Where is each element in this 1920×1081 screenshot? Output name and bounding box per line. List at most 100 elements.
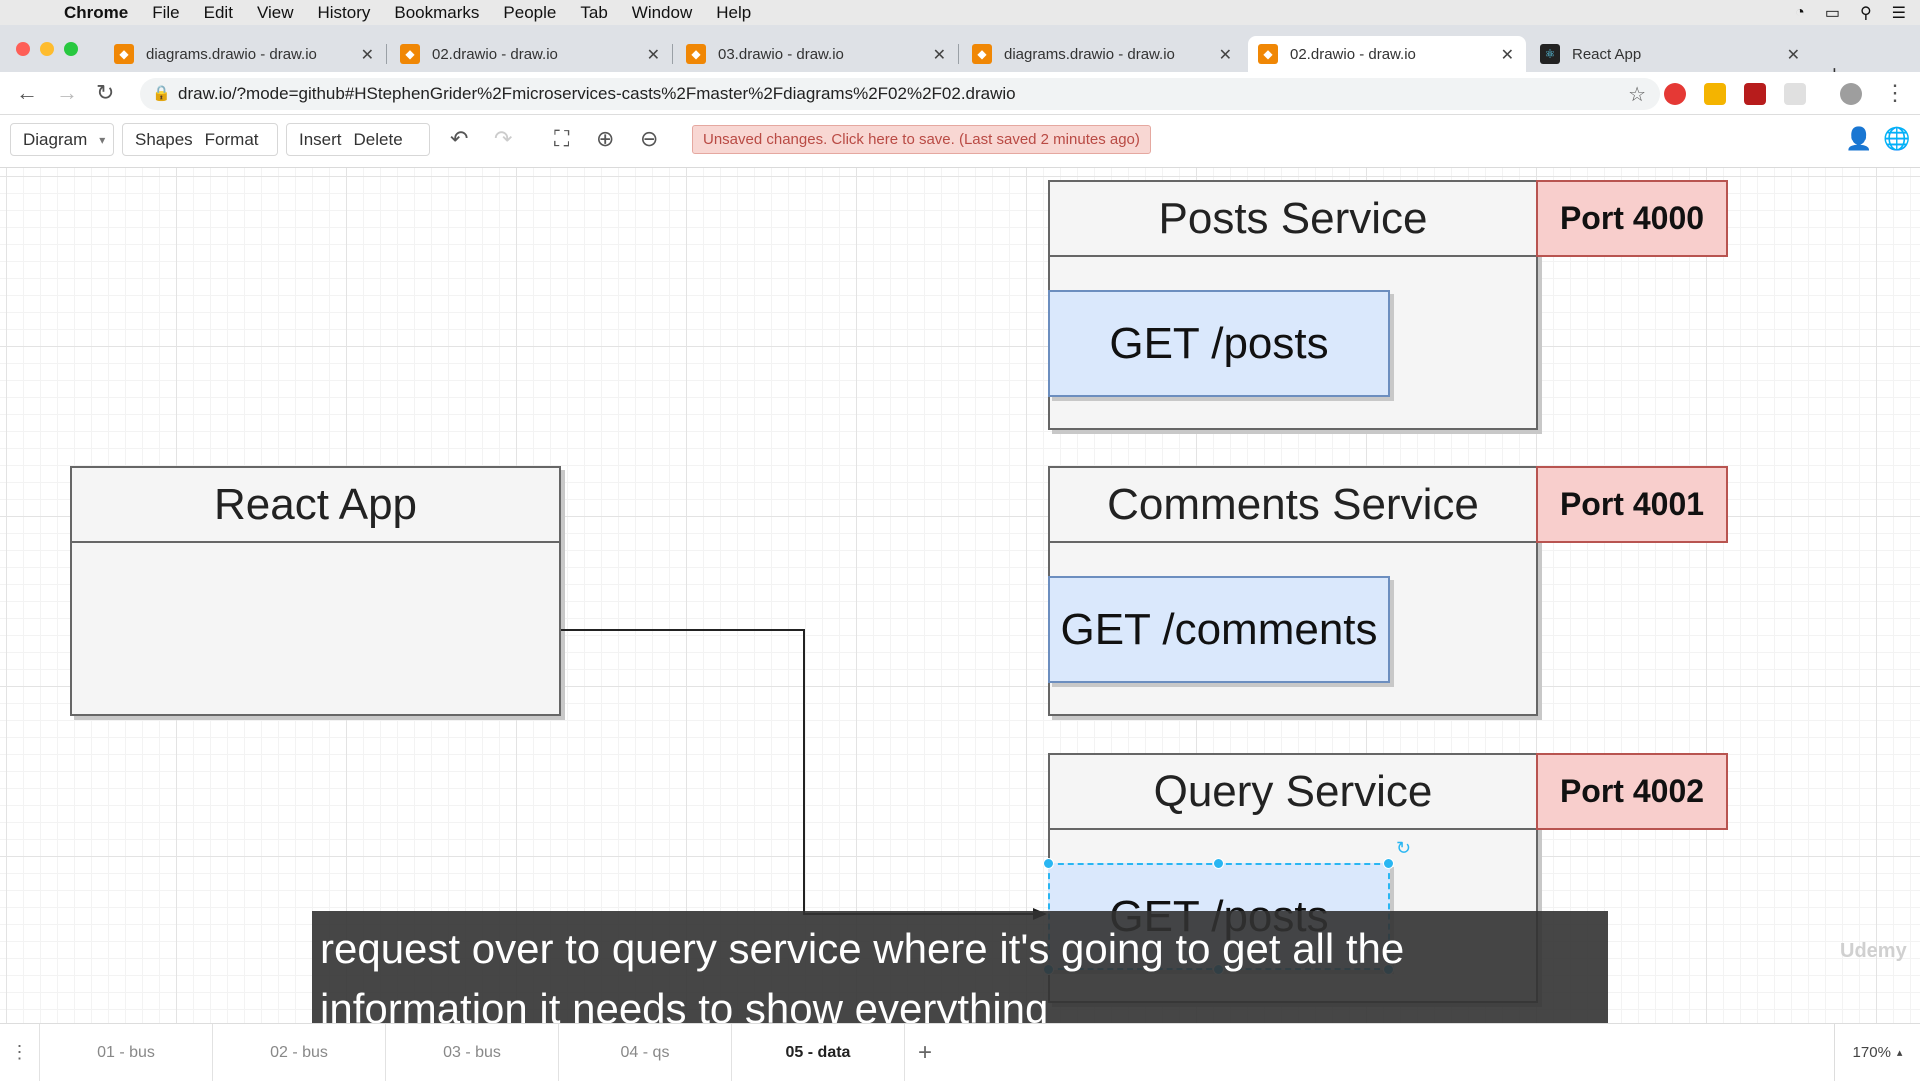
minimize-window-button[interactable] (40, 42, 54, 56)
page-tab[interactable]: 04 - qs (559, 1024, 732, 1081)
control-center-icon[interactable]: ☰ (1892, 3, 1906, 23)
browser-tab[interactable]: ⚛ React App ✕ (1530, 36, 1812, 72)
search-icon[interactable]: ⚲ (1860, 3, 1872, 23)
wifi-icon[interactable]: ◔ (1795, 4, 1805, 22)
diagram-canvas[interactable]: React App Posts Service Port 4000 GET /p… (0, 168, 1920, 1023)
close-window-button[interactable] (16, 42, 30, 56)
page-tab[interactable]: 02 - bus (213, 1024, 386, 1081)
chevron-up-icon: ▴ (1896, 1047, 1903, 1059)
add-page-button[interactable]: + (905, 1024, 945, 1081)
browser-tab-active[interactable]: ◆ 02.drawio - draw.io ✕ (1248, 36, 1526, 72)
chrome-menu-icon[interactable]: ⋮ (1884, 80, 1906, 106)
close-tab-icon[interactable]: ✕ (361, 45, 374, 65)
url-field[interactable]: 🔒 draw.io/?mode=github#HStephenGrider%2F… (140, 78, 1660, 110)
browser-tab[interactable]: ◆ 02.drawio - draw.io ✕ (390, 36, 672, 72)
connector-arrow[interactable] (561, 629, 1035, 915)
maximize-window-button[interactable] (64, 42, 78, 56)
menu-app-chrome[interactable]: Chrome (64, 3, 128, 23)
user-icon[interactable]: 👤 (1845, 126, 1872, 152)
udemy-watermark: Udemy (1840, 940, 1907, 962)
page-tab[interactable]: 03 - bus (386, 1024, 559, 1081)
zoom-level[interactable]: 170% ▴ (1834, 1024, 1920, 1081)
insert-button[interactable]: Insert (287, 130, 354, 150)
macos-menubar: Chrome File Edit View History Bookmarks … (0, 0, 1920, 25)
bookmark-star-icon[interactable]: ☆ (1628, 82, 1646, 107)
status-icons: ◔ ▭ ⚲ ☰ (1795, 0, 1906, 25)
chevron-down-icon: ▾ (99, 132, 106, 147)
tab-title: 02.drawio - draw.io (1290, 45, 1416, 63)
posts-service-title: Posts Service (1050, 182, 1536, 257)
close-tab-icon[interactable]: ✕ (933, 45, 946, 65)
extension-icon[interactable] (1744, 83, 1766, 105)
resize-handle[interactable] (1213, 858, 1224, 869)
query-port-label[interactable]: Port 4002 (1536, 753, 1728, 830)
reload-button[interactable]: ↻ (96, 80, 114, 106)
delete-button[interactable]: Delete (354, 130, 415, 150)
menu-edit[interactable]: Edit (204, 3, 233, 23)
resize-handle[interactable] (1383, 858, 1394, 869)
close-tab-icon[interactable]: ✕ (1501, 45, 1514, 65)
fullscreen-icon[interactable]: ⛶ (554, 126, 569, 152)
page-tab-active[interactable]: 05 - data (732, 1024, 905, 1081)
drawio-icon: ◆ (400, 44, 420, 64)
menu-history[interactable]: History (317, 3, 370, 23)
forward-button[interactable]: → (56, 80, 78, 106)
browser-tab[interactable]: ◆ diagrams.drawio - draw.io ✕ (962, 36, 1244, 72)
menu-view[interactable]: View (257, 3, 294, 23)
tab-title: diagrams.drawio - draw.io (1004, 45, 1175, 63)
format-button[interactable]: Format (205, 130, 271, 150)
close-tab-icon[interactable]: ✕ (1787, 45, 1800, 65)
tab-title: diagrams.drawio - draw.io (146, 45, 317, 63)
pages-menu-icon[interactable]: ⋮ (0, 1024, 40, 1081)
comments-route-box[interactable]: GET /comments (1048, 576, 1390, 683)
tab-strip: ◆ diagrams.drawio - draw.io ✕ ◆ 02.drawi… (0, 25, 1920, 86)
browser-tab[interactable]: ◆ 03.drawio - draw.io ✕ (676, 36, 958, 72)
menu-bookmarks[interactable]: Bookmarks (394, 3, 479, 23)
page-tabs-bar: ⋮ 01 - bus 02 - bus 03 - bus 04 - qs 05 … (0, 1023, 1920, 1081)
menu-help[interactable]: Help (716, 3, 751, 23)
menu-people[interactable]: People (503, 3, 556, 23)
extension-icon[interactable] (1704, 83, 1726, 105)
back-button[interactable]: ← (16, 80, 38, 106)
battery-icon[interactable]: ▭ (1825, 3, 1840, 23)
menu-tab[interactable]: Tab (580, 3, 607, 23)
zoom-out-icon[interactable]: ⊖ (640, 126, 658, 152)
insert-delete-group: Insert Delete (286, 123, 430, 156)
diagram-menu[interactable]: Diagram ▾ (10, 123, 114, 156)
drawio-icon: ◆ (1258, 44, 1278, 64)
zoom-in-icon[interactable]: ⊕ (596, 126, 614, 152)
shapes-button[interactable]: Shapes (123, 130, 205, 150)
subtitle-line: request over to query service where it's… (320, 925, 1405, 972)
resize-handle[interactable] (1043, 858, 1054, 869)
language-globe-icon[interactable]: 🌐 (1883, 126, 1910, 152)
comments-port-label[interactable]: Port 4001 (1536, 466, 1728, 543)
tab-title: React App (1572, 45, 1642, 63)
drawio-icon: ◆ (686, 44, 706, 64)
tab-title: 03.drawio - draw.io (718, 45, 844, 63)
query-service-title: Query Service (1050, 755, 1536, 830)
rotate-handle-icon[interactable]: ↻ (1396, 838, 1411, 859)
close-tab-icon[interactable]: ✕ (647, 45, 660, 65)
profile-avatar[interactable] (1840, 83, 1862, 105)
subtitle-caption: request over to query service where it's… (312, 911, 1608, 1037)
address-bar-row: ← → ↻ 🔒 draw.io/?mode=github#HStephenGri… (0, 72, 1920, 115)
drawio-toolbar: Diagram ▾ Shapes Format Insert Delete ↶ … (0, 115, 1920, 168)
page-tab[interactable]: 01 - bus (40, 1024, 213, 1081)
posts-route-box[interactable]: GET /posts (1048, 290, 1390, 397)
tab-divider (958, 44, 959, 64)
extension-icon[interactable] (1664, 83, 1686, 105)
diagram-menu-label: Diagram (23, 129, 88, 149)
connector-layer (561, 629, 1047, 920)
unsaved-changes-banner[interactable]: Unsaved changes. Click here to save. (La… (692, 125, 1151, 154)
redo-icon[interactable]: ↷ (494, 126, 512, 152)
menu-window[interactable]: Window (632, 3, 692, 23)
browser-tab[interactable]: ◆ diagrams.drawio - draw.io ✕ (104, 36, 386, 72)
tab-divider (672, 44, 673, 64)
extension-icon[interactable] (1784, 83, 1806, 105)
posts-port-label[interactable]: Port 4000 (1536, 180, 1728, 257)
close-tab-icon[interactable]: ✕ (1219, 45, 1232, 65)
undo-icon[interactable]: ↶ (450, 126, 468, 152)
lock-icon: 🔒 (152, 85, 171, 102)
menu-file[interactable]: File (152, 3, 179, 23)
drawio-icon: ◆ (114, 44, 134, 64)
